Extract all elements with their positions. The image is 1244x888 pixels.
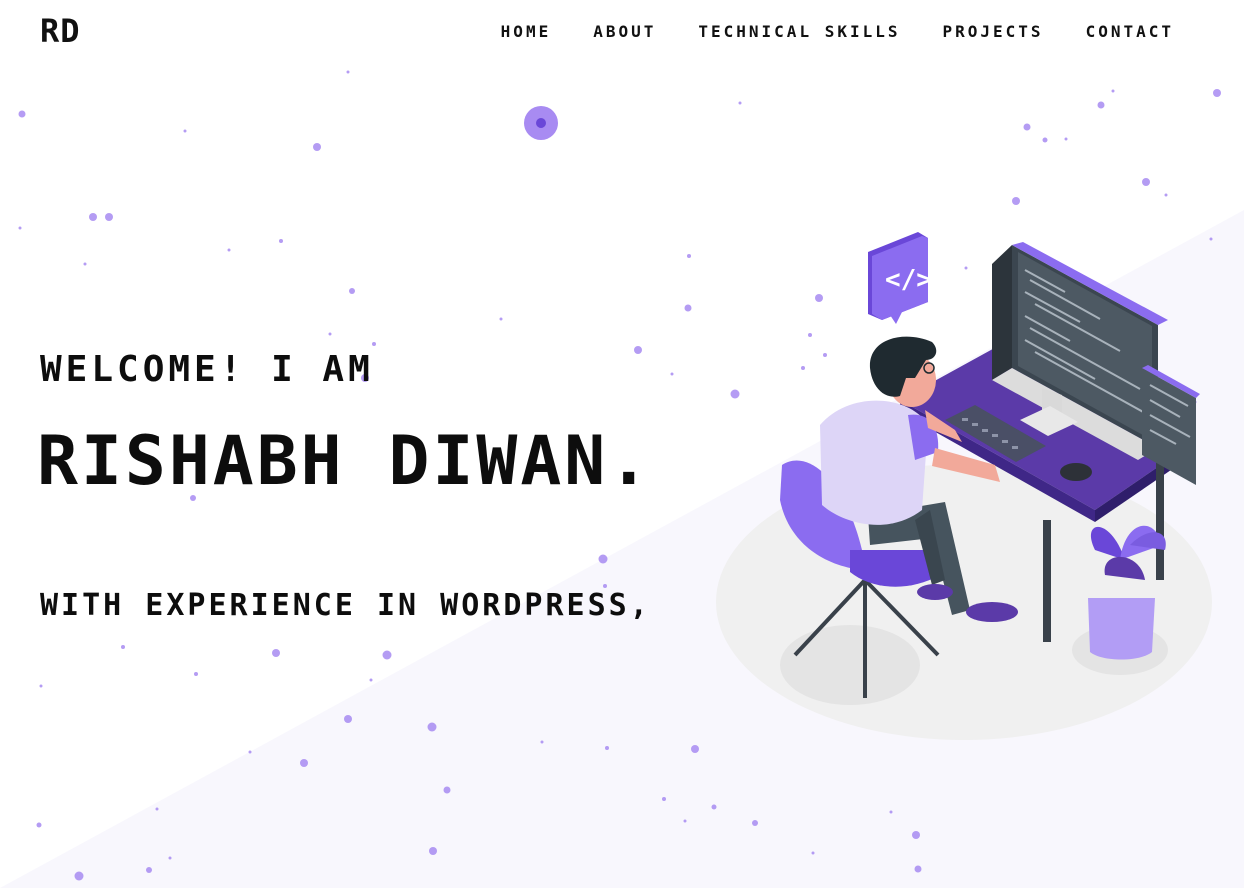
nav-item-contact[interactable]: CONTACT: [1086, 22, 1174, 41]
main-nav: HOME ABOUT TECHNICAL SKILLS PROJECTS CON…: [501, 22, 1174, 41]
nav-item-home[interactable]: HOME: [501, 22, 552, 41]
hero-name: RISHABH DIWAN.: [37, 422, 653, 501]
nav-item-about[interactable]: ABOUT: [593, 22, 656, 41]
nav-item-projects[interactable]: PROJECTS: [943, 22, 1044, 41]
nav-item-technical-skills[interactable]: TECHNICAL SKILLS: [698, 22, 900, 41]
hero-tagline: WITH EXPERIENCE IN WORDPRESS,: [40, 588, 651, 623]
developer-at-desk-icon: </>: [716, 232, 1212, 740]
code-tag-icon: </>: [885, 265, 932, 295]
hero-greeting: WELCOME! I AM: [40, 349, 374, 390]
hero-section: WELCOME! I AM RISHABH DIWAN. WITH EXPERI…: [37, 349, 653, 623]
site-header: RD HOME ABOUT TECHNICAL SKILLS PROJECTS …: [0, 0, 1244, 66]
site-logo[interactable]: RD: [40, 12, 81, 50]
